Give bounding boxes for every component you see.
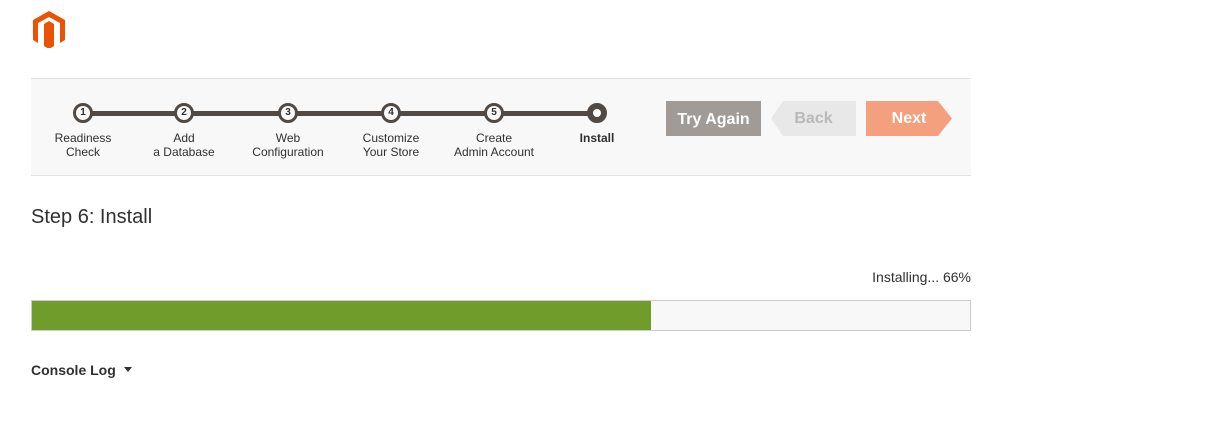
step-label-line2: a Database: [153, 145, 215, 159]
step-indicator: 5: [484, 103, 504, 123]
step-label-line1: Customize: [362, 131, 420, 145]
step-indicator: 1: [73, 103, 93, 123]
step-install: Install: [542, 79, 652, 177]
step-label: Readiness Check: [28, 131, 138, 159]
step-add-database: 2 Add a Database: [129, 79, 239, 177]
current-step-indicator: [587, 103, 607, 123]
step-number: 5: [487, 106, 501, 120]
step-number: 2: [177, 106, 191, 120]
step-label: Install: [542, 131, 652, 145]
console-log-toggle[interactable]: Console Log: [31, 362, 132, 378]
caret-down-icon: [123, 366, 132, 372]
step-label-line1: Install: [579, 131, 615, 145]
try-again-button[interactable]: Try Again: [666, 101, 761, 136]
step-number: 3: [281, 106, 295, 120]
step-indicator: 2: [174, 103, 194, 123]
step-current-dot: [593, 109, 601, 117]
step-indicator: 4: [381, 103, 401, 123]
console-log-label: Console Log: [31, 362, 116, 378]
step-label: Add a Database: [129, 131, 239, 159]
step-create-admin: 5 Create Admin Account: [439, 79, 549, 177]
progress-status-text: Installing... 66%: [872, 269, 971, 285]
step-label-line2: Admin Account: [453, 145, 535, 159]
step-number: 4: [384, 106, 398, 120]
step-label-line2: Configuration: [252, 145, 324, 159]
progress-bar-fill: [32, 301, 652, 330]
install-progress-bar: [31, 300, 971, 331]
step-label: Create Admin Account: [439, 131, 549, 159]
step-customize-store: 4 Customize Your Store: [336, 79, 446, 177]
step-label-line1: Web: [275, 131, 301, 145]
step-readiness-check: 1 Readiness Check: [28, 79, 138, 177]
next-button-label: Next: [891, 110, 927, 127]
next-button[interactable]: Next: [866, 101, 952, 136]
step-label: Web Configuration: [233, 131, 343, 159]
step-number: 1: [76, 106, 90, 120]
back-button[interactable]: Back: [771, 101, 856, 136]
page-title: Step 6: Install: [31, 206, 153, 228]
step-web-configuration: 3 Web Configuration: [233, 79, 343, 177]
step-label-line1: Add: [173, 131, 195, 145]
step-label-line2: Your Store: [362, 145, 420, 159]
step-indicator: 3: [278, 103, 298, 123]
installer-navigation: 1 Readiness Check 2 Add a Database 3 Web…: [31, 78, 971, 176]
step-label-line1: Readiness: [54, 131, 112, 145]
magento-logo-icon: [31, 10, 67, 49]
back-button-label: Back: [794, 110, 833, 127]
step-label-line2: Check: [65, 145, 100, 159]
step-label-line1: Create: [475, 131, 513, 145]
step-label: Customize Your Store: [336, 131, 446, 159]
